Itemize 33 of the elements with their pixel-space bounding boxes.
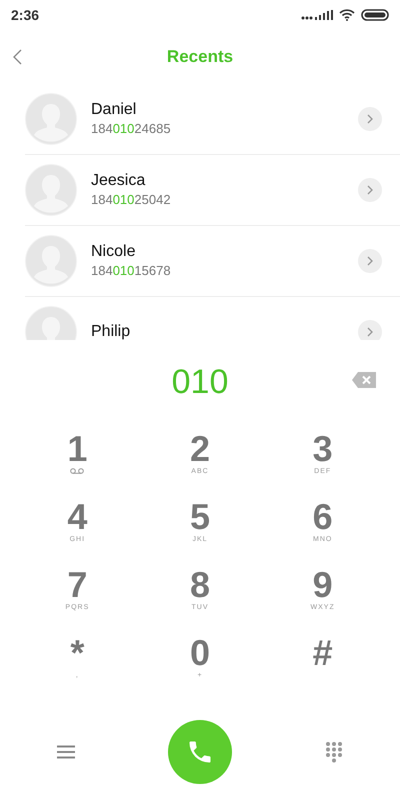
chevron-right-icon	[367, 185, 373, 195]
details-button[interactable]	[358, 178, 382, 202]
contact-name: Jeesica	[91, 171, 146, 191]
keypad-button[interactable]	[324, 741, 344, 763]
delete-button[interactable]	[352, 372, 376, 388]
dial-key[interactable]: 1	[16, 430, 139, 482]
contact-name: Nicole	[91, 242, 136, 262]
menu-icon	[57, 745, 75, 759]
avatar-icon	[25, 235, 77, 287]
phone-number: 18401015678	[91, 262, 172, 280]
backspace-icon	[352, 372, 376, 388]
chevron-right-icon	[367, 327, 373, 337]
avatar-icon	[25, 164, 77, 216]
avatar-icon	[25, 93, 77, 145]
dialed-number: 010	[172, 362, 228, 402]
phone-number: 18401024685	[91, 120, 172, 138]
details-button[interactable]	[358, 107, 382, 131]
dial-key[interactable]: #	[261, 634, 384, 686]
details-button[interactable]	[358, 320, 382, 340]
contact-name: Daniel	[91, 100, 138, 120]
phone-number: 18401025042	[91, 191, 172, 209]
signal-icon	[301, 10, 333, 20]
wifi-icon	[339, 9, 355, 21]
page-title: Recents	[166, 46, 234, 68]
battery-icon	[361, 9, 389, 21]
back-icon	[12, 49, 22, 65]
status-time: 2:36	[11, 6, 40, 24]
voicemail-icon	[70, 468, 84, 474]
chevron-right-icon	[367, 114, 373, 124]
chevron-right-icon	[367, 256, 373, 266]
keypad-icon	[325, 741, 343, 763]
contact-name: Philip	[91, 322, 132, 340]
details-button[interactable]	[358, 249, 382, 273]
